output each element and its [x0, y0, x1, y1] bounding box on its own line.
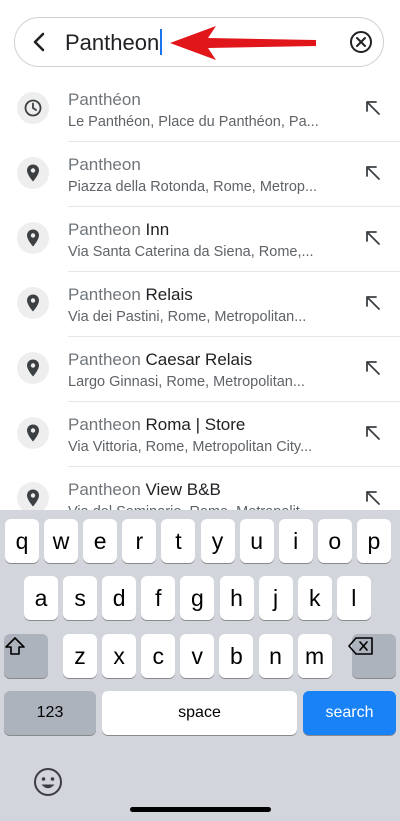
result-title: Pantheon Relais: [68, 285, 193, 305]
location-pin-icon: [17, 352, 49, 384]
search-key[interactable]: search: [303, 691, 396, 735]
key-e[interactable]: e: [83, 519, 118, 563]
key-s[interactable]: s: [63, 576, 98, 620]
key-v[interactable]: v: [180, 634, 215, 678]
result-subtitle: Via Vittoria, Rome, Metropolitan City...: [68, 439, 313, 455]
key-m[interactable]: m: [297, 634, 332, 678]
backspace-key[interactable]: [348, 634, 396, 678]
space-key[interactable]: space: [102, 691, 297, 735]
fill-query-arrow-icon[interactable]: [362, 487, 384, 509]
key-r[interactable]: r: [122, 519, 157, 563]
fill-query-arrow-icon[interactable]: [362, 422, 384, 444]
key-j[interactable]: j: [258, 576, 293, 620]
key-u[interactable]: u: [239, 519, 274, 563]
back-arrow-icon[interactable]: [27, 29, 53, 55]
result-title-rest: View B&B: [145, 480, 221, 499]
fill-query-arrow-icon[interactable]: [362, 97, 384, 119]
search-result-row[interactable]: Pantheon View B&BVia del Seminario, Rome…: [0, 467, 400, 510]
location-pin-icon: [17, 287, 49, 319]
key-o[interactable]: o: [317, 519, 352, 563]
result-subtitle: Via Santa Caterina da Siena, Rome,...: [68, 244, 314, 260]
search-result-row[interactable]: Pantheon Inn Via Santa Caterina da Siena,…: [0, 207, 400, 272]
search-result-row[interactable]: Pantheon Roma | Store Via Vittoria, Rome,…: [0, 402, 400, 467]
result-title: Pantheon Inn: [68, 220, 169, 240]
key-f[interactable]: f: [141, 576, 176, 620]
clear-search-icon[interactable]: [349, 30, 373, 54]
key-l[interactable]: l: [336, 576, 371, 620]
search-result-row[interactable]: Pantheon Relais Via dei Pastini, Rome, Me…: [0, 272, 400, 337]
key-b[interactable]: b: [219, 634, 254, 678]
result-subtitle: Via dei Pastini, Rome, Metropolitan...: [68, 309, 307, 325]
search-results-list: Panthéon Le Panthéon, Place du Panthéon, …: [0, 77, 400, 510]
clock-icon: [17, 92, 49, 124]
search-query-text: Pantheon: [65, 30, 160, 55]
result-title-match: Pantheon: [68, 155, 141, 174]
location-pin-icon: [17, 157, 49, 189]
result-title-rest: Roma | Store: [145, 415, 246, 434]
result-subtitle: Le Panthéon, Place du Panthéon, Pa...: [68, 114, 319, 130]
shift-key[interactable]: [4, 634, 48, 678]
key-c[interactable]: c: [141, 634, 176, 678]
result-title-rest: Caesar Relais: [145, 350, 253, 369]
key-w[interactable]: w: [44, 519, 79, 563]
key-d[interactable]: d: [102, 576, 137, 620]
key-h[interactable]: h: [219, 576, 254, 620]
result-subtitle: Largo Ginnasi, Rome, Metropolitan...: [68, 374, 305, 390]
location-pin-icon: [17, 482, 49, 510]
key-k[interactable]: k: [297, 576, 332, 620]
key-x[interactable]: x: [102, 634, 137, 678]
key-n[interactable]: n: [258, 634, 293, 678]
numbers-key[interactable]: 123: [4, 691, 96, 735]
result-title: Pantheon View B&B: [68, 480, 221, 500]
key-t[interactable]: t: [161, 519, 196, 563]
on-screen-keyboard: 123 space search qwertyuiop asdfghjkl zxcv…: [0, 510, 400, 821]
result-title-match: Pantheon: [68, 350, 146, 369]
result-title-match: Pantheon: [68, 480, 146, 499]
result-title: Panthéon: [68, 90, 141, 110]
key-p[interactable]: p: [356, 519, 391, 563]
result-title: Pantheon: [68, 155, 141, 175]
key-a[interactable]: a: [24, 576, 58, 620]
result-subtitle: Piazza della Rotonda, Rome, Metrop...: [68, 179, 318, 195]
fill-query-arrow-icon[interactable]: [362, 162, 384, 184]
key-z[interactable]: z: [63, 634, 97, 678]
key-g[interactable]: g: [180, 576, 215, 620]
search-result-row[interactable]: Panthéon Le Panthéon, Place du Panthéon, …: [0, 77, 400, 142]
fill-query-arrow-icon[interactable]: [362, 227, 384, 249]
result-title-match: Pantheon: [68, 285, 146, 304]
search-result-row[interactable]: Pantheon Piazza della Rotonda, Rome, Metr…: [0, 142, 400, 207]
result-title: Pantheon Caesar Relais: [68, 350, 252, 370]
emoji-icon[interactable]: [30, 764, 66, 800]
red-arrow-annotation: [170, 26, 316, 60]
home-indicator[interactable]: [130, 807, 271, 812]
key-y[interactable]: y: [200, 519, 235, 563]
location-pin-icon: [17, 417, 49, 449]
result-title: Pantheon Roma | Store: [68, 415, 245, 435]
location-pin-icon: [17, 222, 49, 254]
result-title-rest: Relais: [145, 285, 193, 304]
search-result-row[interactable]: Pantheon Caesar Relais Largo Ginnasi, Rom…: [0, 337, 400, 402]
fill-query-arrow-icon[interactable]: [362, 292, 384, 314]
result-title-rest: Inn: [145, 220, 170, 239]
fill-query-arrow-icon[interactable]: [362, 357, 384, 379]
key-q[interactable]: q: [5, 519, 39, 563]
text-cursor: [160, 29, 163, 55]
search-input[interactable]: Pantheon: [65, 29, 163, 57]
result-title-match: Pantheon: [68, 220, 146, 239]
result-title-match: Panthéon: [68, 90, 141, 109]
result-title-match: Pantheon: [68, 415, 146, 434]
key-i[interactable]: i: [278, 519, 313, 563]
